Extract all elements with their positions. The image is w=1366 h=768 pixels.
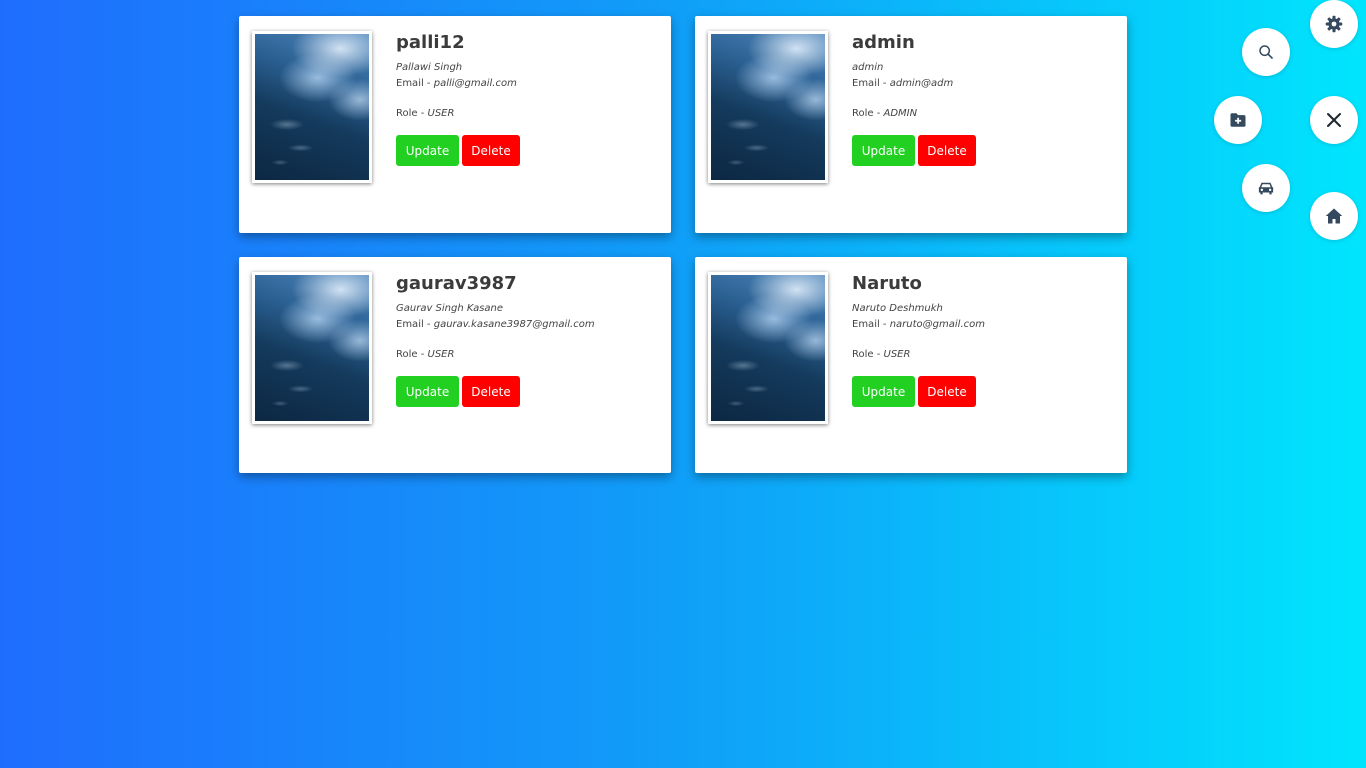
email-label: Email - <box>396 319 434 330</box>
delete-button[interactable]: Delete <box>918 376 976 407</box>
role-label: Role - <box>852 108 884 119</box>
role-value: USER <box>427 349 455 360</box>
role-line: Role - USER <box>852 349 910 360</box>
role-line: Role - USER <box>396 108 454 119</box>
email-line: Email - palli@gmail.com <box>396 78 517 89</box>
role-value: USER <box>883 349 911 360</box>
full-name: admin <box>852 62 884 73</box>
delete-button[interactable]: Delete <box>918 135 976 166</box>
role-label: Role - <box>396 349 428 360</box>
role-label: Role - <box>852 349 884 360</box>
username: Naruto <box>852 273 922 294</box>
user-card: palli12 Pallawi Singh Email - palli@gmai… <box>239 16 671 233</box>
username: palli12 <box>396 32 465 53</box>
user-card: gaurav3987 Gaurav Singh Kasane Email - g… <box>239 257 671 473</box>
car-button[interactable] <box>1242 164 1290 212</box>
email-line: Email - naruto@gmail.com <box>852 319 985 330</box>
email-value: admin@adm <box>889 78 954 89</box>
role-value: USER <box>427 108 455 119</box>
email-value: naruto@gmail.com <box>889 319 985 330</box>
update-button[interactable]: Update <box>852 135 915 166</box>
username: gaurav3987 <box>396 273 517 294</box>
username: admin <box>852 32 915 53</box>
delete-button[interactable]: Delete <box>462 376 520 407</box>
email-line: Email - gaurav.kasane3987@gmail.com <box>396 319 595 330</box>
role-value: ADMIN <box>883 108 918 119</box>
role-label: Role - <box>396 108 428 119</box>
email-value: gaurav.kasane3987@gmail.com <box>433 319 595 330</box>
user-card: Naruto Naruto Deshmukh Email - naruto@gm… <box>695 257 1127 473</box>
close-menu-button[interactable] <box>1310 96 1358 144</box>
home-button[interactable] <box>1310 192 1358 240</box>
email-label: Email - <box>852 78 890 89</box>
email-label: Email - <box>396 78 434 89</box>
user-photo <box>252 31 372 183</box>
gear-icon <box>1325 15 1343 33</box>
settings-button[interactable] <box>1310 0 1358 48</box>
email-label: Email - <box>852 319 890 330</box>
update-button[interactable]: Update <box>852 376 915 407</box>
user-photo <box>708 31 828 183</box>
email-line: Email - admin@adm <box>852 78 953 89</box>
role-line: Role - ADMIN <box>852 108 917 119</box>
update-button[interactable]: Update <box>396 376 459 407</box>
home-icon <box>1325 208 1343 224</box>
delete-button[interactable]: Delete <box>462 135 520 166</box>
car-icon <box>1258 182 1274 195</box>
user-photo <box>708 272 828 424</box>
email-value: palli@gmail.com <box>433 78 517 89</box>
folder-plus-icon <box>1230 113 1246 127</box>
full-name: Naruto Deshmukh <box>852 303 943 314</box>
full-name: Gaurav Singh Kasane <box>396 303 504 314</box>
update-button[interactable]: Update <box>396 135 459 166</box>
user-photo <box>252 272 372 424</box>
full-name: Pallawi Singh <box>396 62 463 73</box>
search-button[interactable] <box>1242 28 1290 76</box>
user-card: admin admin Email - admin@adm Role - ADM… <box>695 16 1127 233</box>
role-line: Role - USER <box>396 349 454 360</box>
close-icon <box>1327 113 1341 127</box>
add-folder-button[interactable] <box>1214 96 1262 144</box>
search-icon <box>1259 45 1273 59</box>
